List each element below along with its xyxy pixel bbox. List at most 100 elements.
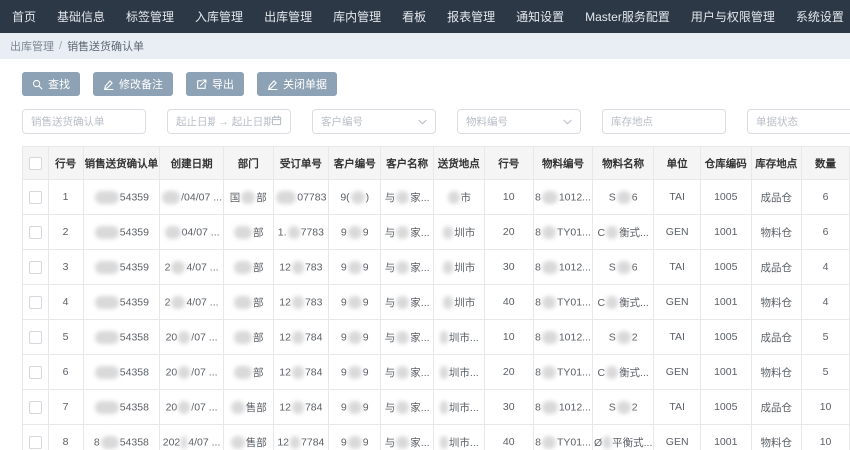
toolbar-button-export[interactable]: 导出 [186, 72, 244, 96]
cell-r1-c2: /04/07 ... [160, 180, 224, 215]
column-header-7: 送货地点 [434, 147, 485, 180]
table-row[interactable]: 75435820/07 ...售部1278499与家...圳市...308101… [23, 390, 850, 425]
cell-r1-c10: S6 [592, 180, 653, 215]
redacted-blur [396, 366, 409, 379]
cell-r3-c8: 30 [484, 250, 533, 285]
nav-item-0[interactable]: 首页 [12, 8, 36, 25]
nav-item-1[interactable]: 基础信息 [57, 8, 105, 25]
table-row[interactable]: 55435820/07 ...部1278499与家...圳市...1081012… [23, 320, 850, 355]
nav-item-10[interactable]: 用户与权限管理 [691, 8, 775, 25]
column-header-0: 行号 [48, 147, 83, 180]
cell-r1-c1: 54359 [83, 180, 160, 215]
nav-item-9[interactable]: Master服务配置 [585, 8, 670, 25]
cell-r6-c14: 5 [802, 355, 850, 390]
toolbar-button-close-doc[interactable]: 关闭单据 [257, 72, 337, 96]
table-row[interactable]: 88543582024/07 ...售部12778499与家...圳市...40… [23, 425, 850, 450]
date-start-placeholder: 起止日期... [176, 114, 215, 129]
nav-item-5[interactable]: 库内管理 [333, 8, 381, 25]
redacted-blur [606, 366, 618, 379]
nav-item-11[interactable]: 系统设置 [796, 8, 844, 25]
cell-r2-c11: GEN [654, 215, 701, 250]
row-checkbox[interactable] [29, 296, 42, 309]
edit-icon [267, 79, 278, 90]
cell-r5-c11: TAI [654, 320, 701, 355]
cell-r7-c3: 售部 [224, 390, 274, 425]
cell-r4-c3: 部 [224, 285, 274, 320]
redacted-blur [396, 226, 409, 239]
calendar-icon [271, 115, 282, 129]
column-header-4: 受订单号 [273, 147, 329, 180]
nav-item-4[interactable]: 出库管理 [264, 8, 312, 25]
redacted-blur [95, 296, 119, 309]
button-label: 导出 [212, 76, 234, 92]
redacted-blur [234, 226, 252, 239]
cell-r7-c11: TAI [654, 390, 701, 425]
nav-item-2[interactable]: 标签管理 [126, 8, 174, 25]
cell-r7-c7: 圳市... [434, 390, 485, 425]
redacted-blur [542, 401, 558, 414]
cell-r4-c5: 99 [329, 285, 381, 320]
cell-r3-c1: 54359 [83, 250, 160, 285]
row-checkbox[interactable] [29, 226, 42, 239]
redacted-blur [95, 261, 119, 274]
filter-select-3[interactable]: 物料编号 [457, 109, 581, 134]
nav-item-6[interactable]: 看板 [402, 8, 426, 25]
chevron-down-icon [418, 116, 427, 128]
cell-r1-c8: 10 [484, 180, 533, 215]
cell-r2-c3: 部 [224, 215, 274, 250]
filter-text-0[interactable]: 销售送货确认单 [22, 109, 146, 134]
nav-item-8[interactable]: 通知设置 [516, 8, 564, 25]
cell-r1-c12: 1005 [700, 180, 751, 215]
column-header-11: 单位 [654, 147, 701, 180]
table-row[interactable]: 65435820/07 ...部1278499与家...圳市...208TY01… [23, 355, 850, 390]
filter-select-2[interactable]: 客户编号 [312, 109, 436, 134]
redacted-blur [603, 436, 611, 449]
row-checkbox[interactable] [29, 401, 42, 414]
table-row[interactable]: 154359/04/07 ...国部077839()与家...市1081012.… [23, 180, 850, 215]
cell-r1-c9: 81012... [533, 180, 592, 215]
redacted-blur [542, 331, 558, 344]
cell-r4-c11: GEN [654, 285, 701, 320]
cell-r5-c1: 54358 [83, 320, 160, 355]
cell-r7-c1: 54358 [83, 390, 160, 425]
filter-daterange-1[interactable]: 起止日期...→起止日期... [167, 109, 291, 134]
cell-r8-c11: GEN [654, 425, 701, 450]
row-checkbox[interactable] [29, 191, 42, 204]
nav-item-3[interactable]: 入库管理 [195, 8, 243, 25]
cell-r8-c5: 99 [329, 425, 381, 450]
cell-r1-c13: 成品仓 [751, 180, 802, 215]
redacted-blur [171, 261, 185, 274]
redacted-blur [95, 191, 119, 204]
cell-r2-c6: 与家... [381, 215, 434, 250]
row-checkbox[interactable] [29, 331, 42, 344]
filter-placeholder: 客户编号 [321, 114, 418, 129]
cell-r5-c13: 成品仓 [751, 320, 802, 355]
filter-text-5[interactable]: 单据状态 [747, 109, 850, 134]
select-all-checkbox[interactable] [29, 157, 42, 170]
redacted-blur [178, 401, 190, 414]
cell-r2-c0: 2 [48, 215, 83, 250]
cell-r6-c2: 20/07 ... [160, 355, 224, 390]
redacted-blur [231, 401, 245, 414]
table-row[interactable]: 25435904/07 ...部1.778399与家...圳市208TY01..… [23, 215, 850, 250]
cell-r7-c2: 20/07 ... [160, 390, 224, 425]
cell-r4-c13: 物料仓 [751, 285, 802, 320]
table-row[interactable]: 45435924/07 ...部1278399与家...圳市408TY01...… [23, 285, 850, 320]
cell-r5-c5: 99 [329, 320, 381, 355]
row-checkbox[interactable] [29, 436, 42, 449]
filter-text-4[interactable]: 库存地点 [602, 109, 726, 134]
toolbar-button-edit-remark[interactable]: 修改备注 [93, 72, 173, 96]
toolbar-button-search[interactable]: 查找 [22, 72, 80, 96]
row-checkbox[interactable] [29, 366, 42, 379]
breadcrumb-parent[interactable]: 出库管理 [10, 38, 54, 54]
cell-r3-c12: 1005 [700, 250, 751, 285]
column-header-12: 仓库编码 [700, 147, 751, 180]
filter-placeholder: 销售送货确认单 [31, 114, 137, 129]
row-checkbox[interactable] [29, 261, 42, 274]
table-row[interactable]: 35435924/07 ...部1278399与家...圳市3081012...… [23, 250, 850, 285]
redacted-blur [443, 226, 453, 239]
cell-r7-c4: 12784 [273, 390, 329, 425]
redacted-blur [348, 401, 362, 414]
cell-r2-c4: 1.7783 [273, 215, 329, 250]
nav-item-7[interactable]: 报表管理 [447, 8, 495, 25]
